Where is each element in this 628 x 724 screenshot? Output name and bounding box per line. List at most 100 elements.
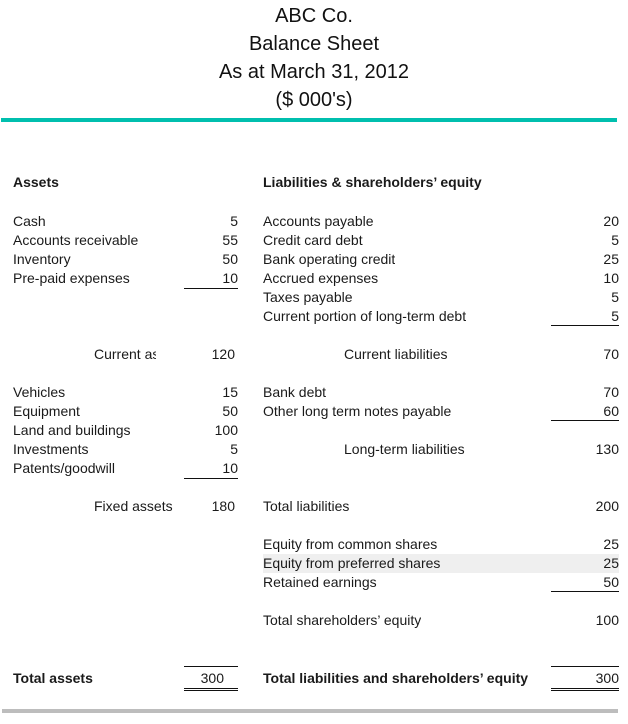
asset-row: Vehicles 15 bbox=[13, 383, 238, 402]
equity-label: Retained earnings bbox=[263, 574, 377, 590]
liability-row: Other long term notes payable 60 bbox=[263, 402, 619, 421]
equity-row-highlighted: Equity from preferred shares 25 bbox=[263, 554, 619, 573]
total-liabilities-row: Total liabilities 200 bbox=[263, 497, 619, 516]
total-assets-row: Total assets 300 bbox=[13, 669, 238, 688]
asset-row: Inventory 50 bbox=[13, 250, 238, 269]
liability-value: 70 bbox=[603, 384, 619, 400]
current-liabilities-label: Current liabilities bbox=[344, 346, 448, 362]
subtotal-underline bbox=[551, 420, 619, 421]
liability-label: Other long term notes payable bbox=[263, 403, 452, 419]
report-units: ($ 000's) bbox=[275, 89, 353, 111]
equity-value: 25 bbox=[603, 536, 619, 552]
asset-value: 10 bbox=[222, 270, 238, 286]
equity-value: 25 bbox=[603, 555, 619, 571]
current-assets-total-row: Current assets 120 bbox=[13, 345, 238, 364]
liability-label: Current portion of long-term debt bbox=[263, 308, 467, 324]
asset-row: Investments 5 bbox=[13, 440, 238, 459]
asset-row: Pre-paid expenses 10 bbox=[13, 269, 238, 288]
asset-value: 100 bbox=[214, 422, 238, 438]
total-overline bbox=[184, 666, 238, 667]
asset-value: 55 bbox=[222, 232, 238, 248]
asset-value: 50 bbox=[222, 251, 238, 267]
total-equity-value: 100 bbox=[595, 612, 619, 628]
company-name: ABC Co. bbox=[275, 5, 353, 27]
liability-label: Bank operating credit bbox=[263, 251, 396, 267]
liability-row: Bank operating credit 25 bbox=[263, 250, 619, 269]
liability-value: 60 bbox=[603, 403, 619, 419]
liability-value: 5 bbox=[611, 232, 619, 248]
current-liabilities-total-row: Current liabilities 70 bbox=[263, 345, 619, 364]
current-liabilities-value: 70 bbox=[603, 346, 619, 362]
long-term-liabilities-label: Long-term liabilities bbox=[344, 441, 465, 457]
equity-label: Equity from preferred shares bbox=[263, 555, 441, 571]
report-header: ABC Co. Balance Sheet As at March 31, 20… bbox=[0, 2, 628, 114]
asset-label: Equipment bbox=[13, 403, 80, 419]
total-equity-label: Total shareholders’ equity bbox=[263, 612, 422, 628]
equity-row: Equity from common shares 25 bbox=[263, 535, 619, 554]
total-liabilities-value: 200 bbox=[595, 498, 619, 514]
equity-value: 50 bbox=[603, 574, 619, 590]
asset-label: Accounts receivable bbox=[13, 232, 139, 248]
liability-label: Accounts payable bbox=[263, 213, 374, 229]
asset-value: 10 bbox=[222, 460, 238, 476]
liability-value: 5 bbox=[611, 289, 619, 305]
asset-label: Investments bbox=[13, 441, 89, 457]
liability-label: Bank debt bbox=[263, 384, 327, 400]
liability-row: Taxes payable 5 bbox=[263, 288, 619, 307]
asset-value: 15 bbox=[222, 384, 238, 400]
asset-row: Land and buildings 100 bbox=[13, 421, 238, 440]
asset-row: Patents/goodwill 10 bbox=[13, 459, 238, 478]
liability-value: 10 bbox=[603, 270, 619, 286]
total-liabilities-equity-row: Total liabilities and shareholders’ equi… bbox=[263, 669, 619, 688]
equity-label: Equity from common shares bbox=[263, 536, 438, 552]
liability-label: Accrued expenses bbox=[263, 270, 379, 286]
subtotal-underline bbox=[551, 325, 619, 326]
fixed-assets-value: 180 bbox=[211, 498, 235, 514]
liability-row: Current portion of long-term debt 5 bbox=[263, 307, 619, 326]
current-assets-value: 120 bbox=[211, 346, 235, 362]
footer-divider bbox=[2, 709, 618, 713]
double-underline bbox=[184, 690, 238, 691]
liability-value: 20 bbox=[603, 213, 619, 229]
liability-row: Accrued expenses 10 bbox=[263, 269, 619, 288]
asset-label: Vehicles bbox=[13, 384, 66, 400]
liability-row: Credit card debt 5 bbox=[263, 231, 619, 250]
asset-label: Patents/goodwill bbox=[13, 460, 115, 476]
total-assets-value: 300 bbox=[200, 670, 224, 686]
total-assets-label: Total assets bbox=[13, 670, 93, 686]
assets-heading: Assets bbox=[13, 174, 59, 190]
asset-label: Inventory bbox=[13, 251, 71, 267]
double-underline bbox=[184, 688, 238, 689]
double-underline bbox=[551, 688, 619, 689]
liability-value: 5 bbox=[611, 308, 619, 324]
liability-row: Accounts payable 20 bbox=[263, 212, 619, 231]
asset-row: Equipment 50 bbox=[13, 402, 238, 421]
fixed-assets-total-row: Fixed assets 180 bbox=[13, 497, 238, 516]
total-liabilities-equity-label: Total liabilities and shareholders’ equi… bbox=[263, 670, 529, 686]
liabilities-heading: Liabilities & shareholders’ equity bbox=[263, 174, 482, 190]
asset-label: Cash bbox=[13, 213, 46, 229]
asset-label: Pre-paid expenses bbox=[13, 270, 130, 286]
subtotal-underline bbox=[184, 478, 238, 479]
liability-value: 25 bbox=[603, 251, 619, 267]
liability-label: Taxes payable bbox=[263, 289, 353, 305]
total-equity-row: Total shareholders’ equity 100 bbox=[263, 611, 619, 630]
report-date: As at March 31, 2012 bbox=[218, 61, 410, 83]
asset-value: 5 bbox=[230, 441, 238, 457]
asset-label: Land and buildings bbox=[13, 422, 131, 438]
fixed-assets-label: Fixed assets bbox=[94, 498, 173, 514]
equity-row: Retained earnings 50 bbox=[263, 573, 619, 592]
total-liabilities-equity-value: 300 bbox=[595, 670, 619, 686]
total-liabilities-label: Total liabilities bbox=[263, 498, 350, 514]
double-underline bbox=[551, 690, 619, 691]
liability-label: Credit card debt bbox=[263, 232, 363, 248]
long-term-liabilities-total-row: Long-term liabilities 130 bbox=[263, 440, 619, 459]
current-assets-label: Current assets bbox=[94, 346, 156, 362]
asset-row: Accounts receivable 55 bbox=[13, 231, 238, 250]
long-term-liabilities-value: 130 bbox=[595, 441, 619, 457]
report-title: Balance Sheet bbox=[248, 33, 380, 55]
liability-row: Bank debt 70 bbox=[263, 383, 619, 402]
asset-value: 5 bbox=[230, 213, 238, 229]
subtotal-underline bbox=[184, 288, 238, 289]
subtotal-underline bbox=[551, 591, 619, 592]
